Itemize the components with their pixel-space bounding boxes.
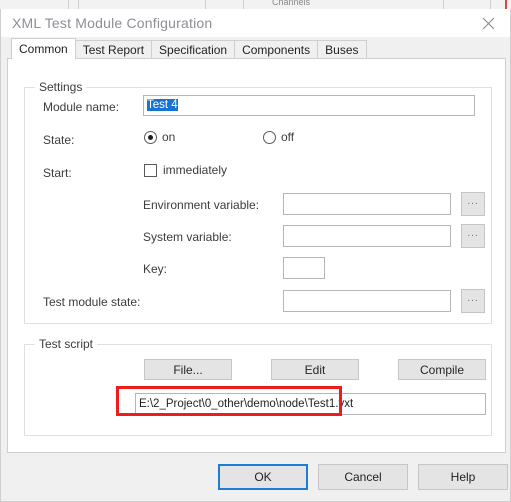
settings-group-title: Settings (35, 80, 87, 94)
file-button[interactable]: File... (144, 359, 232, 380)
key-label: Key: (143, 262, 168, 276)
radio-off-icon (263, 130, 276, 144)
settings-group: Settings Module name: Test 4 State: on o… (24, 80, 492, 324)
compile-button[interactable]: Compile (398, 359, 486, 380)
state-radio-off[interactable]: off (263, 130, 294, 144)
state-radio-off-label: off (281, 130, 295, 144)
start-label: Start: (43, 166, 72, 180)
environment-variable-browse-button[interactable]: ... (461, 192, 485, 216)
tab-page-common: Settings Module name: Test 4 State: on o… (7, 58, 506, 453)
tab-components[interactable]: Components (234, 40, 319, 59)
tabstrip: Common Test Report Specification Compone… (1, 37, 510, 59)
tab-buses[interactable]: Buses (317, 40, 367, 59)
key-input[interactable] (283, 257, 325, 279)
start-immediately-label: immediately (163, 163, 228, 177)
system-variable-input[interactable] (283, 225, 451, 247)
dialog-titlebar: XML Test Module Configuration (1, 9, 510, 37)
state-label: State: (43, 133, 75, 147)
edit-button[interactable]: Edit (271, 359, 359, 380)
ok-button[interactable]: OK (218, 464, 308, 490)
radio-on-icon (144, 130, 157, 144)
system-variable-label: System variable: (143, 230, 232, 244)
test-script-group: Test script File... Edit Compile E:\2_Pr… (24, 337, 492, 436)
background-channels-label: Channels (272, 0, 311, 7)
state-radio-on-label: on (162, 130, 176, 144)
start-immediately-checkbox[interactable]: immediately (144, 163, 227, 177)
xml-test-module-configuration-dialog: XML Test Module Configuration Common Tes… (0, 9, 511, 502)
cancel-button[interactable]: Cancel (318, 464, 408, 490)
dialog-title: XML Test Module Configuration (12, 15, 213, 31)
tab-list: Common Test Report Specification Compone… (11, 37, 367, 59)
module-name-input[interactable]: Test 4 (143, 95, 475, 116)
test-module-state-input[interactable] (283, 290, 451, 312)
close-icon[interactable] (466, 9, 510, 37)
script-path-input[interactable]: E:\2_Project\0_other\demo\node\Test1.vxt (135, 393, 486, 415)
tab-common[interactable]: Common (11, 38, 76, 59)
checkbox-unchecked-icon (144, 163, 157, 177)
environment-variable-input[interactable] (283, 193, 451, 215)
environment-variable-label: Environment variable: (143, 198, 260, 212)
test-module-state-browse-button[interactable]: ... (461, 289, 485, 313)
state-radio-on[interactable]: on (144, 130, 175, 144)
help-button[interactable]: Help (418, 464, 508, 490)
module-name-label: Module name: (43, 100, 120, 114)
tab-test-report[interactable]: Test Report (74, 40, 153, 59)
system-variable-browse-button[interactable]: ... (461, 224, 485, 248)
test-script-group-title: Test script (35, 337, 98, 351)
test-module-state-label: Test module state: (43, 295, 141, 309)
module-name-value: Test 4 (147, 99, 178, 111)
tab-specification[interactable]: Specification (151, 40, 236, 59)
